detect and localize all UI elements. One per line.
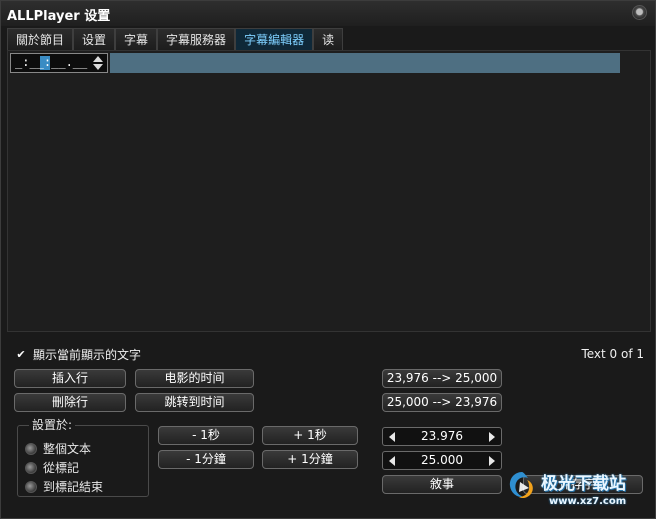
close-icon[interactable]: [632, 5, 647, 20]
fps-convert-23-to-25-button[interactable]: 23,976 --> 25,000: [382, 369, 502, 388]
radio-whole-text[interactable]: 整個文本: [25, 440, 91, 457]
narrate-button[interactable]: 敘事: [382, 475, 502, 494]
plus-1-second-button[interactable]: + 1秒: [262, 426, 358, 445]
plus-1-minute-button[interactable]: + 1分鐘: [262, 450, 358, 469]
tab-subtitle-editor[interactable]: 字幕編輯器: [235, 28, 314, 50]
minus-1-second-button[interactable]: - 1秒: [158, 426, 254, 445]
arrow-right-icon[interactable]: [489, 456, 495, 466]
show-current-label: 顯示當前顯示的文字: [33, 348, 142, 362]
fps-convert-25-to-23-button[interactable]: 25,000 --> 23,976: [382, 393, 502, 412]
movie-time-button[interactable]: 电影的时间: [135, 369, 254, 388]
window-title: ALLPlayer 设置: [7, 9, 111, 24]
radio-icon[interactable]: [25, 480, 37, 493]
time-input[interactable]: _:__:__.__: [10, 53, 108, 73]
tab-read[interactable]: 读: [313, 28, 344, 50]
watermark: 极光下载站 www.xz7.com: [505, 466, 655, 516]
fps-value-2: 25.000: [421, 453, 463, 467]
tab-subtitle-servers[interactable]: 字幕服務器: [157, 28, 236, 50]
spin-down-icon[interactable]: [93, 64, 103, 70]
settings-window: ALLPlayer 设置 關於節目 设置 字幕 字幕服務器 字幕編輯器 读 _:…: [0, 0, 656, 519]
checkmark-icon[interactable]: ✔: [15, 348, 27, 361]
radio-label: 到標記結束: [43, 480, 104, 494]
fps-value-1: 23.976: [421, 429, 463, 443]
insert-row-button[interactable]: 插入行: [14, 369, 126, 388]
radio-icon[interactable]: [25, 461, 37, 474]
watermark-logo-icon: [509, 472, 533, 499]
fps-stepper-2[interactable]: 25.000: [382, 451, 502, 470]
fps-stepper-1[interactable]: 23.976: [382, 427, 502, 446]
spin-up-icon[interactable]: [93, 56, 103, 62]
text-counter: Text 0 of 1: [581, 347, 644, 361]
radio-from-mark[interactable]: 從標記: [25, 459, 79, 476]
radio-label: 整個文本: [43, 442, 92, 456]
subtitle-editor-list[interactable]: _:__:__.__: [7, 50, 651, 332]
jump-to-time-button[interactable]: 跳转到时间: [135, 393, 254, 412]
radio-label: 從標記: [43, 461, 80, 475]
tab-settings[interactable]: 设置: [73, 28, 116, 50]
watermark-text: 极光下载站: [541, 474, 626, 494]
set-at-title: 設置於:: [29, 416, 76, 433]
show-current-option[interactable]: ✔ 顯示當前顯示的文字: [15, 346, 141, 363]
tab-bar: 關於節目 设置 字幕 字幕服務器 字幕編輯器 读: [7, 28, 344, 50]
arrow-right-icon[interactable]: [489, 432, 495, 442]
time-value: _:__:__.__: [15, 55, 88, 69]
radio-to-mark-end[interactable]: 到標記結束: [25, 478, 103, 495]
minus-1-minute-button[interactable]: - 1分鐘: [158, 450, 254, 469]
tab-subtitles[interactable]: 字幕: [115, 28, 158, 50]
tab-about[interactable]: 關於節目: [7, 28, 74, 50]
time-spinner[interactable]: [91, 55, 105, 71]
delete-row-button[interactable]: 刪除行: [14, 393, 126, 412]
watermark-url: www.xz7.com: [549, 496, 627, 507]
title-bar: ALLPlayer 设置: [1, 1, 655, 26]
subtitle-text-input[interactable]: [110, 53, 620, 73]
radio-icon[interactable]: [25, 442, 37, 455]
